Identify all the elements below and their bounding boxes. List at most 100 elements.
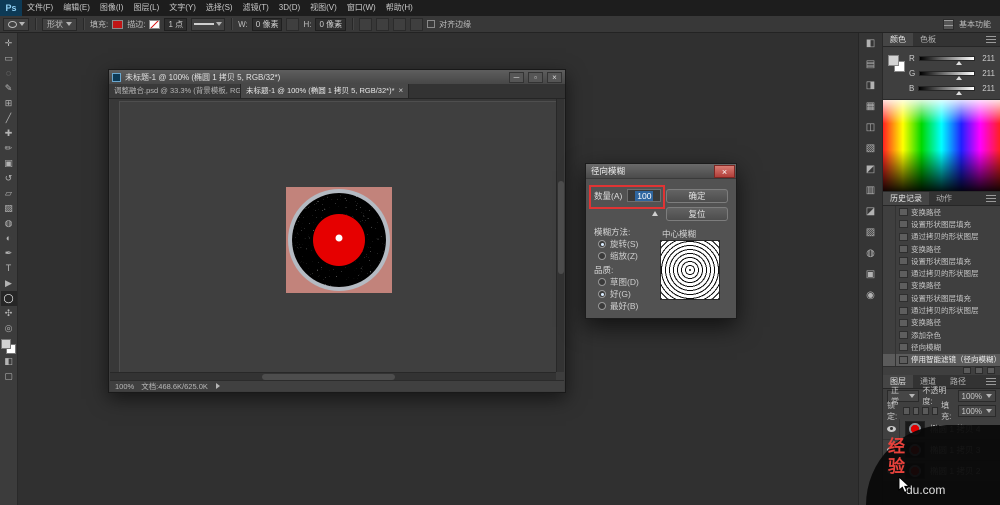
stroke-swatch[interactable] bbox=[149, 20, 160, 29]
type-tool[interactable]: T bbox=[1, 261, 17, 276]
history-source-checkbox[interactable] bbox=[883, 317, 896, 329]
history-source-checkbox[interactable] bbox=[883, 292, 896, 304]
close-button[interactable]: × bbox=[547, 72, 562, 83]
quick-mask-mode-button[interactable]: ◧ bbox=[1, 354, 17, 369]
marquee-tool[interactable]: ▭ bbox=[1, 51, 17, 66]
vertical-scroll-thumb[interactable] bbox=[558, 181, 564, 274]
menu-type[interactable]: 文字(Y) bbox=[164, 0, 201, 16]
eraser-tool[interactable]: ▱ bbox=[1, 186, 17, 201]
menu-image[interactable]: 图像(I) bbox=[95, 0, 129, 16]
new-snapshot-icon[interactable] bbox=[975, 367, 983, 374]
history-source-checkbox[interactable] bbox=[883, 341, 896, 353]
gradient-tool[interactable]: ▨ bbox=[1, 201, 17, 216]
lock-position-icon[interactable] bbox=[922, 407, 928, 415]
crop-tool[interactable]: ⊞ bbox=[1, 96, 17, 111]
horizontal-scrollbar[interactable] bbox=[110, 372, 556, 380]
pen-tool[interactable]: ✒ bbox=[1, 246, 17, 261]
shape-height-field[interactable]: 0 像素 bbox=[315, 18, 346, 31]
menu-edit[interactable]: 编辑(E) bbox=[58, 0, 95, 16]
dialog-close-button[interactable]: × bbox=[714, 165, 735, 178]
stroke-width-field[interactable]: 1 点 bbox=[164, 18, 187, 31]
vertical-scrollbar[interactable] bbox=[556, 99, 564, 372]
color-spectrum-picker[interactable] bbox=[883, 99, 1000, 192]
collapsed-panel-icon[interactable]: ▨ bbox=[863, 226, 879, 240]
collapsed-panel-icon[interactable]: ▤ bbox=[863, 58, 879, 72]
lock-transparency-icon[interactable] bbox=[903, 407, 909, 415]
foreground-background-swatches[interactable] bbox=[1, 339, 16, 354]
minimize-button[interactable]: ─ bbox=[509, 72, 524, 83]
history-source-checkbox[interactable] bbox=[883, 218, 896, 230]
radio-spin-icon[interactable] bbox=[598, 240, 606, 248]
link-dimensions-icon[interactable] bbox=[286, 18, 299, 31]
method-spin-option[interactable]: 旋转(S) bbox=[598, 238, 638, 250]
history-state[interactable]: 通过拷贝的形状图层 bbox=[883, 231, 1000, 243]
gear-icon[interactable] bbox=[410, 18, 423, 31]
ellipse-shape-tool[interactable]: ◯ bbox=[1, 291, 17, 306]
history-state[interactable]: 设置形状图层填充 bbox=[883, 292, 1000, 304]
tab-document-1[interactable]: 调整融合.psd @ 33.3% (背景模板, RGB/8)* bbox=[109, 84, 241, 98]
hand-tool[interactable]: ✣ bbox=[1, 306, 17, 321]
red-value[interactable]: 211 bbox=[979, 54, 995, 63]
path-operations-icon[interactable] bbox=[359, 18, 372, 31]
collapsed-panel-icon[interactable]: ◨ bbox=[863, 79, 879, 93]
restore-button[interactable]: ▫ bbox=[528, 72, 543, 83]
tab-history[interactable]: 历史记录 bbox=[883, 192, 929, 205]
foreground-color-swatch[interactable] bbox=[888, 55, 899, 66]
new-document-from-state-icon[interactable] bbox=[963, 367, 971, 374]
history-source-checkbox[interactable] bbox=[883, 231, 896, 243]
red-slider[interactable] bbox=[919, 56, 975, 61]
reset-button[interactable]: 复位 bbox=[666, 207, 728, 221]
ok-button[interactable]: 确定 bbox=[666, 189, 728, 203]
collapsed-panel-icon[interactable]: ◍ bbox=[863, 247, 879, 261]
collapsed-panel-icon[interactable]: ▣ bbox=[863, 268, 879, 282]
panel-menu-icon[interactable] bbox=[986, 378, 996, 385]
collapsed-panel-icon[interactable]: ◪ bbox=[863, 205, 879, 219]
eyedropper-tool[interactable]: ╱ bbox=[1, 111, 17, 126]
history-state[interactable]: 变换路径 bbox=[883, 280, 1000, 292]
zoom-tool[interactable]: ◎ bbox=[1, 321, 17, 336]
radio-draft-icon[interactable] bbox=[598, 278, 606, 286]
healing-brush-tool[interactable]: ✚ bbox=[1, 126, 17, 141]
history-state[interactable]: 变换路径 bbox=[883, 243, 1000, 255]
close-tab-icon[interactable]: × bbox=[399, 84, 404, 98]
history-source-checkbox[interactable] bbox=[883, 255, 896, 267]
tool-preset-picker[interactable] bbox=[3, 18, 29, 31]
quality-good-option[interactable]: 好(G) bbox=[598, 288, 631, 300]
blur-tool[interactable]: ◍ bbox=[1, 216, 17, 231]
green-slider[interactable] bbox=[919, 71, 975, 76]
visibility-cell[interactable] bbox=[883, 419, 900, 439]
history-source-checkbox[interactable] bbox=[883, 206, 896, 218]
fill-select[interactable]: 100% bbox=[958, 405, 996, 417]
history-source-checkbox[interactable] bbox=[883, 329, 896, 341]
menu-layer[interactable]: 图层(L) bbox=[128, 0, 164, 16]
radio-zoom-icon[interactable] bbox=[598, 252, 606, 260]
fill-swatch[interactable] bbox=[112, 20, 123, 29]
shape-width-field[interactable]: 0 像素 bbox=[252, 18, 283, 31]
brush-tool[interactable]: ✏ bbox=[1, 141, 17, 156]
history-state[interactable]: 径向模糊 bbox=[883, 341, 1000, 353]
history-state[interactable]: 变换路径 bbox=[883, 317, 1000, 329]
menu-window[interactable]: 窗口(W) bbox=[342, 0, 381, 16]
screen-mode-button[interactable]: ▢ bbox=[1, 369, 17, 384]
panel-menu-icon[interactable] bbox=[986, 195, 996, 202]
history-state[interactable]: 通过拷贝的形状图层 bbox=[883, 267, 1000, 279]
move-tool[interactable]: ✛ bbox=[1, 36, 17, 51]
zoom-level[interactable]: 100% bbox=[115, 382, 134, 391]
status-options-icon[interactable] bbox=[216, 383, 220, 389]
tab-swatches[interactable]: 色板 bbox=[913, 33, 943, 46]
collapsed-panel-icon[interactable]: ◫ bbox=[863, 121, 879, 135]
tab-color[interactable]: 颜色 bbox=[883, 33, 913, 46]
panel-menu-icon[interactable] bbox=[986, 36, 996, 43]
history-brush-tool[interactable]: ↺ bbox=[1, 171, 17, 186]
history-state[interactable]: 添加杂色 bbox=[883, 329, 1000, 341]
quality-best-option[interactable]: 最好(B) bbox=[598, 300, 638, 312]
workspace-switcher[interactable]: 基本功能 bbox=[943, 19, 997, 30]
method-zoom-option[interactable]: 缩放(Z) bbox=[598, 250, 638, 262]
canvas-area[interactable] bbox=[110, 99, 556, 372]
dialog-title-bar[interactable]: 径向模糊 × bbox=[586, 164, 736, 179]
radio-best-icon[interactable] bbox=[598, 302, 606, 310]
path-alignment-icon[interactable] bbox=[376, 18, 389, 31]
lock-all-icon[interactable] bbox=[932, 407, 938, 415]
quick-selection-tool[interactable]: ✎ bbox=[1, 81, 17, 96]
align-edges-checkbox[interactable] bbox=[427, 20, 435, 28]
